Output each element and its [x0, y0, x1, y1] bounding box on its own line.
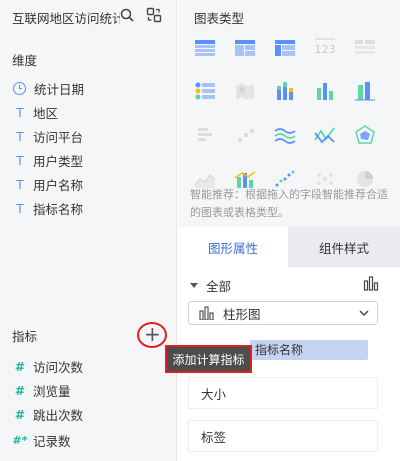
tab-chart-properties[interactable]: 图形属性 — [178, 227, 288, 267]
metric-label: 跳出次数 — [33, 407, 84, 423]
horizontal-stacked-bar-icon[interactable] — [192, 124, 218, 146]
dimension-label: 用户名称 — [33, 177, 84, 193]
property-tabs: 图形属性 组件样式 — [178, 227, 400, 267]
dimension-item[interactable]: T 用户名称 — [12, 175, 83, 193]
text-type-icon: T — [16, 128, 24, 144]
column-chart-icon[interactable] — [312, 80, 338, 102]
dimension-label: 指标名称 — [33, 201, 84, 217]
text-type-icon: T — [16, 104, 24, 120]
add-calculated-metric-button[interactable]: + — [144, 324, 161, 344]
dimension-item[interactable]: 统计日期 — [12, 79, 84, 97]
all-label: 全部 — [206, 279, 232, 294]
pivot-table-icon[interactable] — [232, 36, 258, 58]
radar-icon[interactable] — [352, 124, 378, 146]
waterfall-icon[interactable] — [232, 124, 258, 146]
switch-dataset-icon[interactable] — [146, 7, 162, 23]
caret-down-icon — [190, 283, 198, 288]
dropped-field-pill[interactable]: 指标名称 — [250, 340, 368, 360]
metric-label: 访问次数 — [33, 359, 84, 375]
all-series-toggle[interactable]: 全部 — [190, 276, 231, 295]
chart-config-panel: 图表类型 123 智能推荐：根据拖入的字段智能推荐合适的图表或表格类型。 图形属… — [178, 0, 400, 461]
dimension-label: 访问平台 — [33, 129, 84, 145]
metric-label: 浏览量 — [33, 383, 71, 399]
metric-item[interactable]: # 跳出次数 — [12, 405, 83, 423]
chevron-down-icon — [359, 310, 369, 316]
number-card-glyph: 123 — [315, 43, 336, 56]
stacked-column-icon[interactable] — [272, 80, 298, 102]
text-type-icon: T — [16, 152, 24, 168]
dimension-item[interactable]: T 访问平台 — [12, 127, 83, 145]
number-card-icon[interactable]: 123 — [312, 36, 338, 58]
dimensions-title: 维度 — [12, 53, 38, 68]
multi-line-icon[interactable] — [272, 124, 298, 146]
clock-icon — [13, 81, 26, 95]
add-calculated-metric-tooltip: 添加计算指标 — [165, 345, 252, 373]
dataset-title[interactable]: 互联网地区访问统计 — [12, 8, 120, 27]
size-property[interactable]: 大小 — [188, 377, 378, 409]
text-type-icon: T — [16, 176, 24, 192]
label-property[interactable]: 标签 — [188, 420, 378, 452]
number-type-icon: # — [14, 358, 26, 374]
smart-recommend-hint: 智能推荐：根据拖入的字段智能推荐合适的图表或表格类型。 — [190, 188, 388, 219]
bar-chart-icon — [199, 306, 214, 320]
dimension-label: 地区 — [33, 105, 59, 121]
number-type-icon: # — [14, 406, 26, 422]
dimension-label: 用户类型 — [33, 153, 84, 169]
table-icon[interactable] — [192, 36, 218, 58]
cross-table-icon[interactable] — [272, 36, 298, 58]
chart-type-select[interactable]: 柱形图 — [188, 301, 378, 325]
detail-table-icon[interactable] — [352, 36, 378, 58]
metric-item[interactable]: # 访问次数 — [12, 357, 83, 375]
map-heat-icon[interactable] — [232, 80, 258, 102]
radar-line-icon[interactable] — [312, 124, 338, 146]
kpi-list-icon[interactable] — [192, 80, 218, 102]
dimension-item[interactable]: T 用户类型 — [12, 151, 83, 169]
number-type-icon: # — [14, 382, 26, 398]
dimension-label: 统计日期 — [34, 81, 85, 97]
metric-label: 记录数 — [33, 433, 71, 449]
field-panel: 互联网地区访问统计 维度 统计日期 T 地区 T 访问平台 T 用户类型 T 用… — [0, 0, 177, 461]
dimension-item[interactable]: T 指标名称 — [12, 199, 83, 217]
bar-chart-mini-icon[interactable] — [363, 275, 379, 291]
calculated-number-icon: #* — [12, 433, 28, 447]
search-icon[interactable] — [120, 8, 134, 22]
selected-chart-label: 柱形图 — [223, 306, 261, 322]
dimension-item[interactable]: T 地区 — [12, 103, 58, 121]
metric-item[interactable]: # 浏览量 — [12, 381, 71, 399]
text-type-icon: T — [16, 200, 24, 216]
metric-item[interactable]: #* 记录数 — [12, 431, 71, 449]
metrics-title: 指标 — [12, 329, 38, 344]
tab-component-style[interactable]: 组件样式 — [288, 227, 400, 267]
bar-chart-icon[interactable] — [352, 80, 378, 102]
chart-type-title: 图表类型 — [194, 11, 245, 26]
